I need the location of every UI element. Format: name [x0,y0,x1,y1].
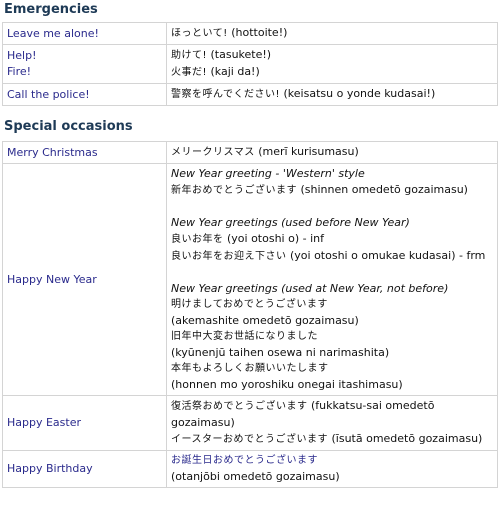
japanese-phrase: 復活祭おめでとうございます (fukkatsu-sai omedetō goza… [166,395,498,451]
phrase-text: Fire! [7,65,32,78]
phrase-line: 良いお年を (yoi otoshi o) - inf [171,231,493,248]
japanese-text: イースターおめでとうございます [171,434,328,445]
romaji-text: (merī kurisumasu) [254,145,359,158]
usage-note: New Year greetings (used before New Year… [171,216,410,229]
table-row: Leave me alone! ほっといて! (hottoite!) [2,22,498,45]
romaji-text: (keisatsu o yonde kudasai!) [280,87,436,100]
section-title-emergencies: Emergencies [4,2,98,17]
romaji-text: (yoi otoshi o) - inf [223,232,324,245]
english-phrase: Happy New Year [2,163,167,396]
phrase-line: 復活祭おめでとうございます (fukkatsu-sai omedetō goza… [171,398,493,431]
phrase-line: 新年おめでとうございます (shinnen omedetō gozaimasu) [171,182,493,199]
romaji-text: (kyūnenjū taihen osewa ni narimashita) [171,346,390,359]
phrase-text: Call the police! [7,87,90,101]
phrasebook-page: Emergencies Leave me alone! ほっといて! (hott… [0,0,500,488]
special-occasions-table: Merry Christmas メリークリスマス (merī kurisumas… [2,141,498,488]
romaji-text: (honnen mo yoroshiku onegai itashimasu) [171,378,403,391]
romaji-text: (shinnen omedetō gozaimasu) [297,183,468,196]
japanese-text: メリークリスマス [171,147,255,158]
usage-note: New Year greeting - 'Western' style [171,167,365,180]
japanese-text: ほっといて! [171,28,228,39]
japanese-phrase: 助けて! (tasukete!) 火事だ! (kaji da!) [166,44,498,84]
japanese-text: お誕生日おめでとうございます [171,455,318,466]
japanese-phrase: メリークリスマス (merī kurisumasu) [166,141,498,164]
romaji-text: (kaji da!) [207,65,260,78]
usage-note: New Year greetings (used at New Year, no… [171,282,449,295]
japanese-phrase: New Year greeting - 'Western' style 新年おめ… [166,163,498,396]
romaji-text: (tasukete!) [207,48,272,61]
english-phrase: Help! Fire! [2,44,167,84]
table-row: Merry Christmas メリークリスマス (merī kurisumas… [2,141,498,164]
phrase-line: 火事だ! (kaji da!) [171,64,493,81]
phrase-line: イースターおめでとうございます (īsutā omedetō gozaimasu… [171,431,493,448]
japanese-phrase: お誕生日おめでとうございます (otanjōbi omedetō gozaima… [166,450,498,488]
english-phrase: Happy Easter [2,395,167,451]
table-row: Call the police! 警察を呼んでください! (keisatsu o… [2,83,498,106]
table-row: Happy Birthday お誕生日おめでとうございます (otanjōbi … [2,450,498,488]
phrase-text: Help! [7,49,37,62]
table-row: Happy Easter 復活祭おめでとうございます (fukkatsu-sai… [2,395,498,451]
emergencies-table: Leave me alone! ほっといて! (hottoite!) Help!… [2,22,498,106]
japanese-phrase: 警察を呼んでください! (keisatsu o yonde kudasai!) [166,83,498,106]
english-phrase: Merry Christmas [2,141,167,164]
japanese-text: 旧年中大変お世話になりました [171,331,318,342]
phrase-line: 助けて! (tasukete!) [171,47,493,64]
english-phrase: Happy Birthday [2,450,167,488]
japanese-text: 新年おめでとうございます [171,185,297,196]
phrase-line: 良いお年をお迎え下さい (yoi otoshi o omukae kudasai… [171,248,493,265]
romaji-text: (hottoite!) [227,26,288,39]
english-phrase: Leave me alone! [2,22,167,45]
romaji-text: (akemashite omedetō gozaimasu) [171,314,359,327]
japanese-phrase: ほっといて! (hottoite!) [166,22,498,45]
japanese-text: 火事だ! [171,67,208,78]
japanese-text: 良いお年を [171,234,224,245]
table-row: Happy New Year New Year greeting - 'West… [2,163,498,396]
japanese-text: 復活祭おめでとうございます [171,401,308,412]
japanese-text: 助けて! [171,50,208,61]
romaji-text: (otanjōbi omedetō gozaimasu) [171,470,340,483]
english-phrase: Call the police! [2,83,167,106]
section-title-special-occasions: Special occasions [4,119,133,134]
phrase-text: Leave me alone! [7,26,99,40]
japanese-text: 本年もよろしくお願いいたします [171,363,329,374]
romaji-text: (īsutā omedetō gozaimasu) [328,432,483,445]
japanese-text: 明けましておめでとうございます [171,299,328,310]
japanese-text: 警察を呼んでください! [171,89,281,100]
romaji-text: (yoi otoshi o omukae kudasai) - frm [286,249,486,262]
table-row: Help! Fire! 助けて! (tasukete!) 火事だ! (kaji … [2,44,498,84]
japanese-text: 良いお年をお迎え下さい [171,251,287,262]
